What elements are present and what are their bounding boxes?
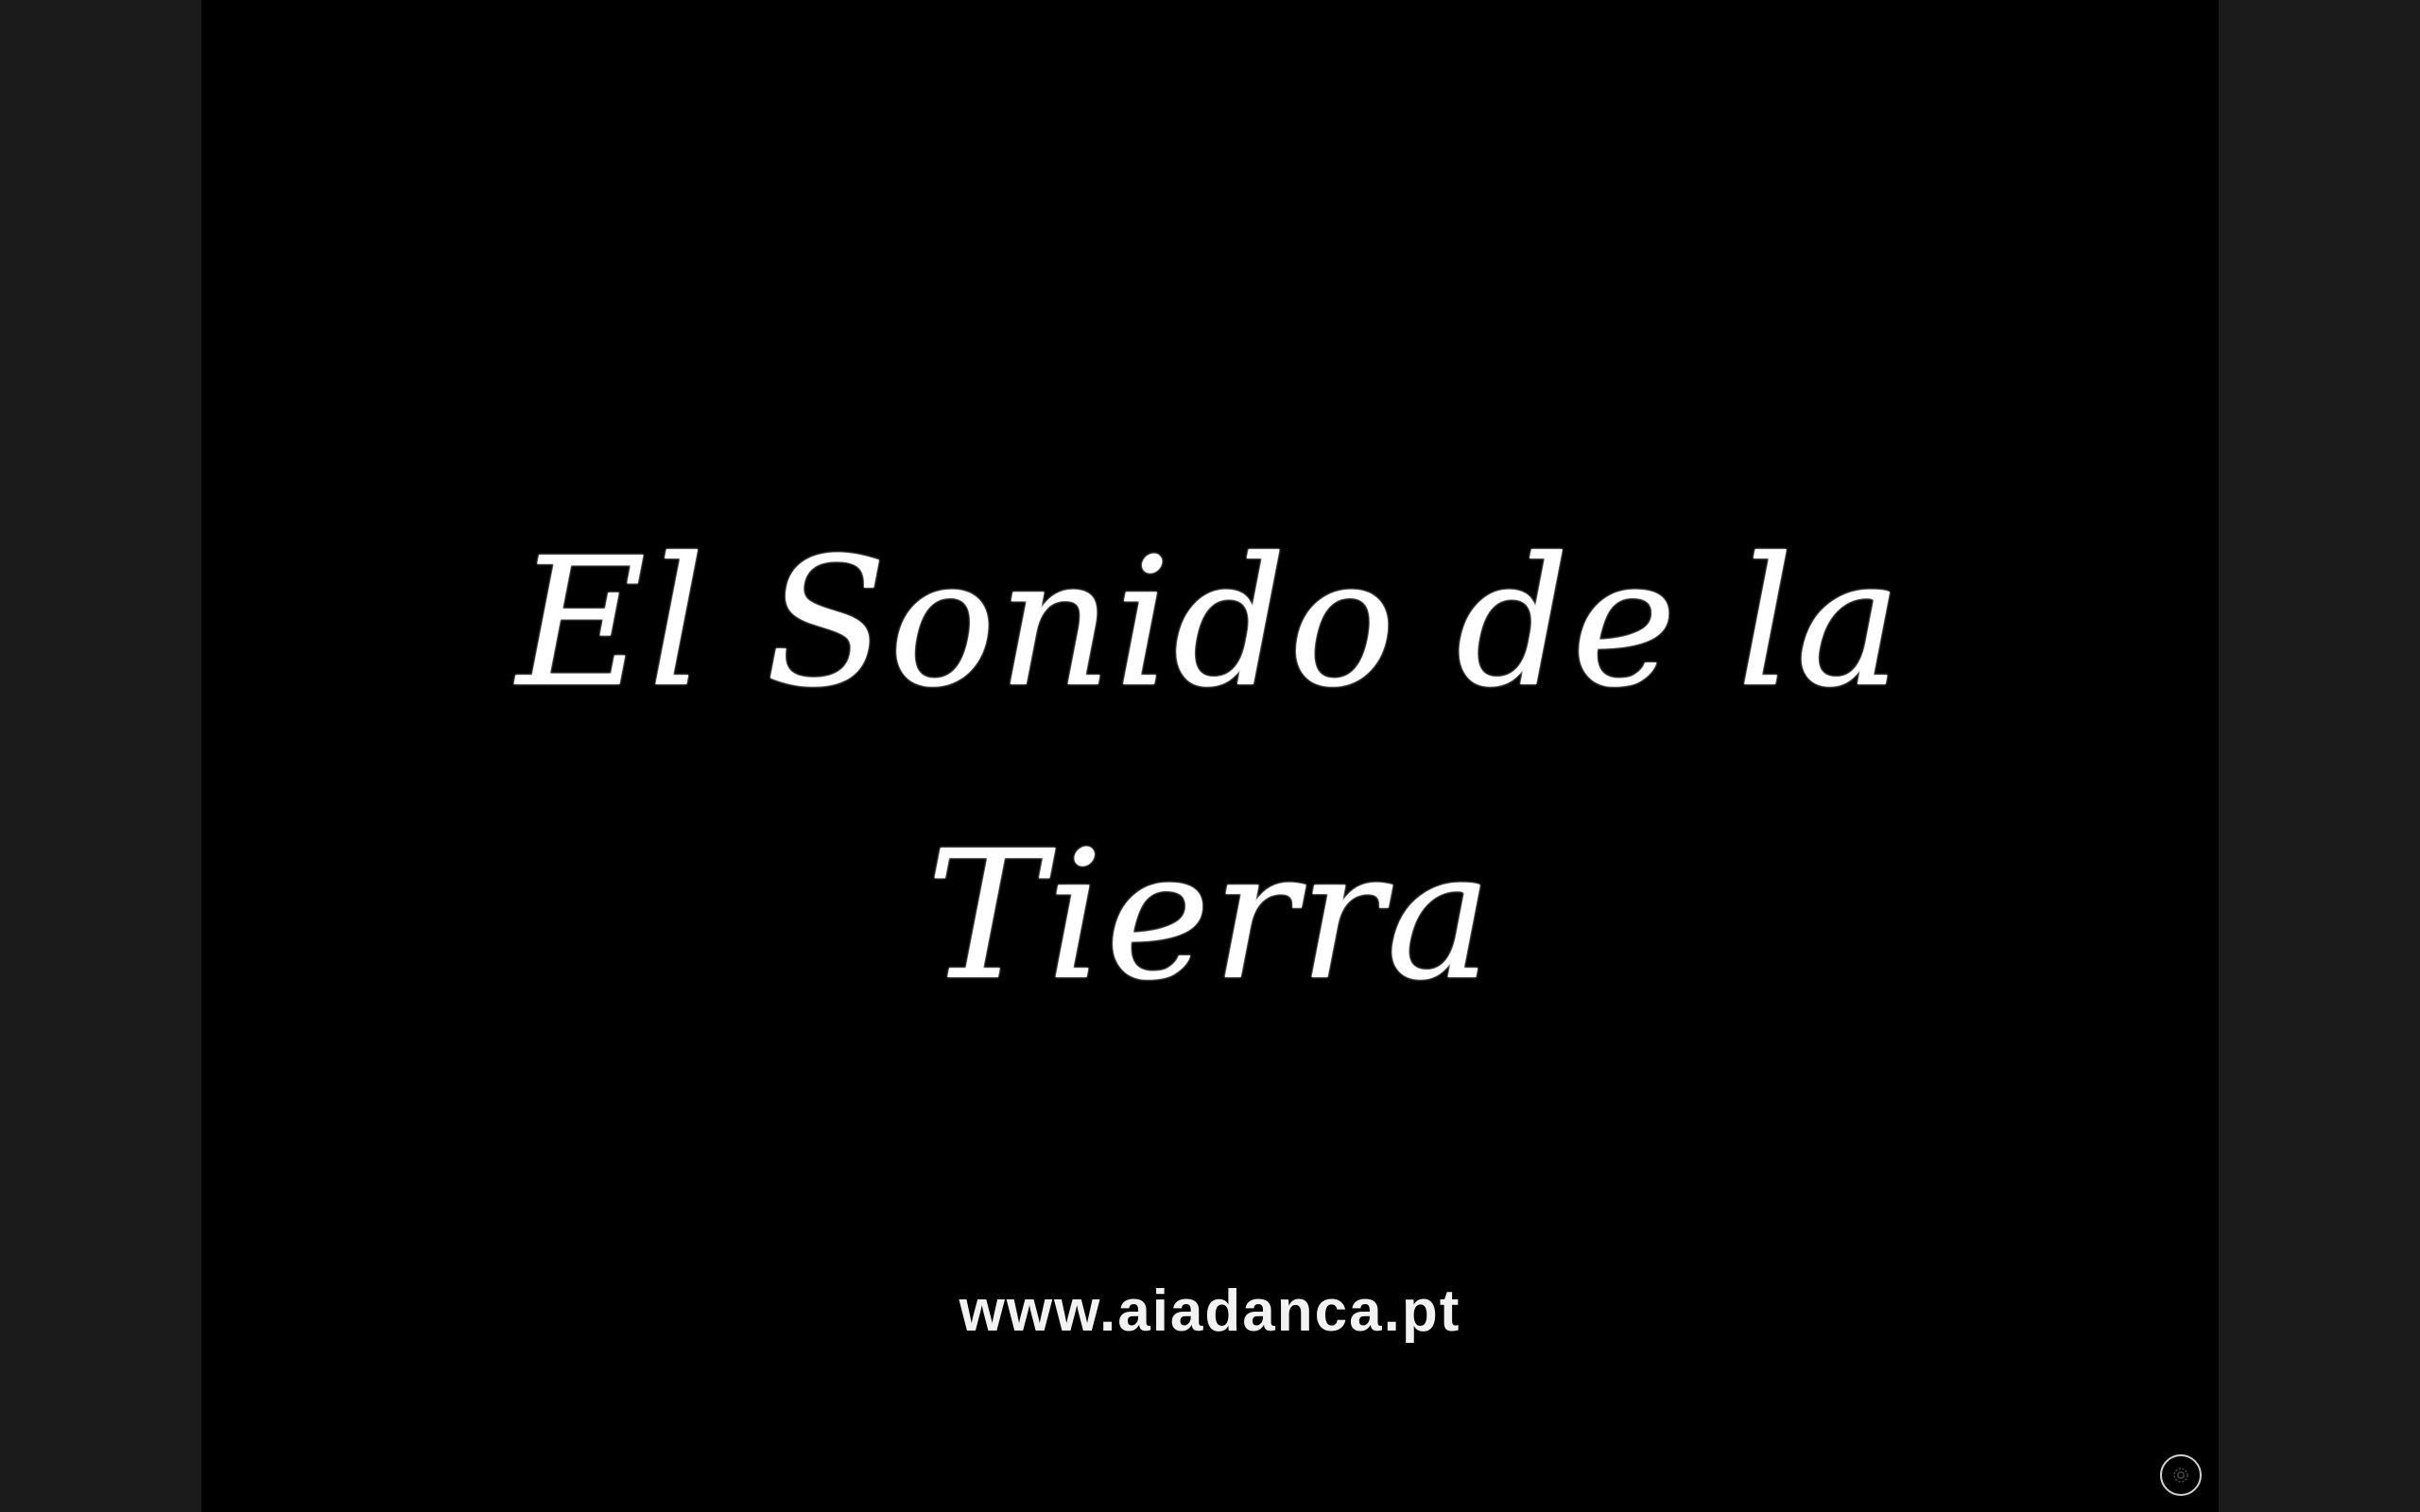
slide: El Sonido de la Tierra www.aiadanca.pt <box>201 0 2219 1512</box>
slide-title: El Sonido de la Tierra <box>201 477 2219 1063</box>
slide-title-line-1: El Sonido de la <box>516 520 1904 727</box>
settings-icon <box>2173 1468 2188 1483</box>
corner-settings-button[interactable] <box>2160 1454 2202 1496</box>
slide-url-text: www.aiadanca.pt <box>959 1279 1461 1344</box>
slide-title-line-2: Tierra <box>925 813 1495 1020</box>
slide-viewer: El Sonido de la Tierra www.aiadanca.pt <box>0 0 2420 1512</box>
